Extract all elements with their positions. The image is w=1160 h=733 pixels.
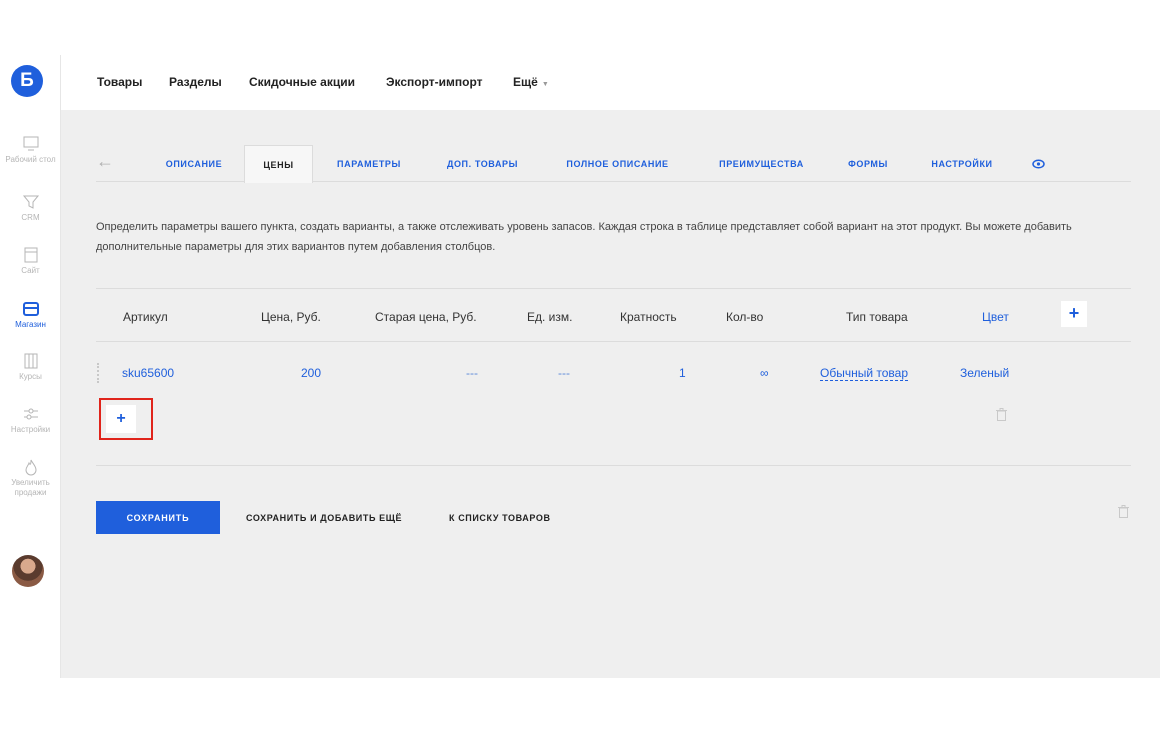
sidebar-item-label: Настройки [10, 425, 51, 434]
sidebar-item-label: Магазин [15, 320, 46, 329]
tab-advantages[interactable]: ПРЕИМУЩЕСТВА [695, 145, 828, 182]
to-product-list-button[interactable]: К СПИСКУ ТОВАРОВ [449, 513, 551, 523]
main-content: ← ОПИСАНИЕ ЦЕНЫ ПАРАМЕТРЫ ДОП. ТОВАРЫ ПО… [61, 110, 1160, 678]
shop-icon [22, 302, 39, 316]
drag-handle-icon[interactable] [97, 363, 99, 383]
divider [96, 341, 1131, 342]
tab-forms[interactable]: ФОРМЫ [828, 145, 908, 182]
tabs: ← ОПИСАНИЕ ЦЕНЫ ПАРАМЕТРЫ ДОП. ТОВАРЫ ПО… [96, 145, 1131, 183]
courses-icon [24, 353, 37, 369]
fire-icon [24, 459, 37, 476]
sidebar-item-label: Рабочий стол [5, 155, 56, 164]
chevron-down-icon: ▼ [541, 81, 549, 88]
eye-icon[interactable] [1032, 159, 1045, 169]
topnav-item-sections[interactable]: Разделы [169, 75, 222, 89]
add-row-button[interactable]: + [106, 405, 136, 433]
app-window: Б Рабочий стол CRM Сайт Магазин Курсы На… [0, 55, 1160, 678]
add-row-highlight: + [99, 398, 153, 440]
sidebar-item-increase-sales[interactable]: Увеличить продажи [0, 458, 61, 498]
column-header-price: Цена, Руб. [261, 310, 321, 324]
save-and-add-button[interactable]: СОХРАНИТЬ И ДОБАВИТЬ ЕЩЁ [246, 513, 402, 523]
top-navigation: Товары Разделы Скидочные акции Экспорт-и… [61, 55, 1160, 110]
tab-full-description[interactable]: ПОЛНОЕ ОПИСАНИЕ [540, 145, 695, 182]
cell-multiplicity[interactable]: 1 [679, 366, 686, 380]
topnav-item-export-import[interactable]: Экспорт-импорт [386, 75, 483, 89]
topnav-item-more[interactable]: Ещё ▼ [513, 75, 549, 89]
sidebar-item-shop[interactable]: Магазин [0, 300, 61, 330]
cell-product-type[interactable]: Обычный товар [820, 366, 908, 381]
add-column-button[interactable]: + [1061, 301, 1087, 327]
sidebar-item-label: Увеличить продажи [11, 478, 50, 497]
tab-parameters[interactable]: ПАРАМЕТРЫ [313, 145, 425, 182]
cell-price[interactable]: 200 [301, 366, 321, 380]
divider [96, 288, 1131, 289]
sidebar-item-label: Курсы [19, 372, 42, 381]
column-header-old-price: Старая цена, Руб. [375, 310, 477, 324]
sidebar-item-settings[interactable]: Настройки [0, 405, 61, 435]
sidebar: Б Рабочий стол CRM Сайт Магазин Курсы На… [0, 55, 61, 678]
monitor-icon [23, 136, 38, 151]
column-header-quantity: Кол-во [726, 310, 764, 324]
column-header-product-type: Тип товара [846, 310, 908, 324]
site-icon [24, 247, 37, 263]
tab-settings[interactable]: НАСТРОЙКИ [908, 145, 1016, 182]
column-header-multiplicity: Кратность [620, 310, 677, 324]
sidebar-item-crm[interactable]: CRM [0, 193, 61, 223]
topnav-item-discounts[interactable]: Скидочные акции [249, 75, 355, 89]
logo[interactable]: Б [11, 65, 43, 97]
sidebar-item-label: CRM [21, 213, 40, 222]
topnav-item-products[interactable]: Товары [97, 75, 142, 89]
trash-icon[interactable] [1118, 505, 1129, 518]
tab-prices[interactable]: ЦЕНЫ [244, 145, 313, 183]
tab-description[interactable]: ОПИСАНИЕ [144, 145, 244, 182]
topnav-more-label: Ещё [513, 75, 538, 89]
cell-old-price[interactable]: --- [466, 366, 478, 380]
divider [96, 465, 1131, 466]
column-header-sku: Артикул [123, 310, 168, 324]
sidebar-item-courses[interactable]: Курсы [0, 352, 61, 382]
cell-unit[interactable]: --- [558, 366, 570, 380]
sidebar-item-label: Сайт [21, 266, 40, 275]
cell-sku[interactable]: sku65600 [122, 366, 174, 380]
description-text: Определить параметры вашего пункта, созд… [96, 221, 1072, 253]
trash-icon[interactable] [996, 408, 1007, 421]
settings-icon [23, 408, 38, 420]
column-header-unit: Ед. изм. [527, 310, 573, 324]
cell-color[interactable]: Зеленый [960, 366, 1009, 380]
sidebar-item-site[interactable]: Сайт [0, 246, 61, 276]
column-header-color[interactable]: Цвет [982, 310, 1009, 324]
tab-extra-products[interactable]: ДОП. ТОВАРЫ [425, 145, 540, 182]
save-button[interactable]: СОХРАНИТЬ [96, 501, 220, 534]
funnel-icon [22, 195, 39, 209]
avatar[interactable] [12, 555, 44, 587]
back-arrow-icon[interactable]: ← [96, 152, 116, 170]
sidebar-item-desktop[interactable]: Рабочий стол [0, 135, 61, 165]
cell-quantity[interactable]: ∞ [760, 366, 769, 380]
